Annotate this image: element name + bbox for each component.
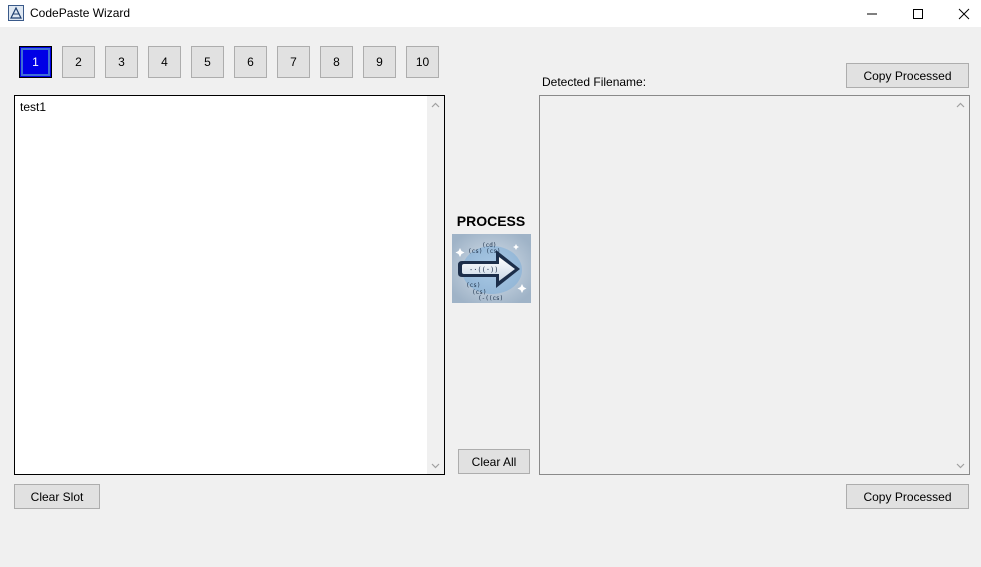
app-icon: [8, 5, 24, 21]
slot-button-4[interactable]: 4: [148, 46, 181, 78]
output-scrollbar[interactable]: [952, 96, 969, 474]
arrow-right-icon: -·((·)) (cd) (cs) (cs) (cs) (cs) (-((cs): [452, 234, 531, 303]
scroll-up-icon[interactable]: [427, 96, 444, 113]
slot-button-6[interactable]: 6: [234, 46, 267, 78]
input-scrollbar[interactable]: [427, 96, 444, 474]
copy-processed-bottom-button[interactable]: Copy Processed: [846, 484, 969, 509]
svg-text:(cs): (cs): [466, 282, 480, 289]
copy-processed-top-button[interactable]: Copy Processed: [846, 63, 969, 88]
window-title: CodePaste Wizard: [30, 6, 131, 20]
close-icon: [958, 8, 970, 19]
svg-text:(-((cs): (-((cs): [478, 295, 503, 302]
slot-button-1[interactable]: 1: [19, 46, 52, 78]
input-text: test1: [20, 100, 47, 114]
slot-button-3[interactable]: 3: [105, 46, 138, 78]
maximize-button[interactable]: [895, 0, 941, 27]
slot-button-10[interactable]: 10: [406, 46, 439, 78]
slot-button-2[interactable]: 2: [62, 46, 95, 78]
close-button[interactable]: [941, 0, 981, 27]
detected-filename-label: Detected Filename:: [542, 75, 647, 89]
svg-text:(cs) (cs): (cs) (cs): [468, 248, 501, 255]
slot-button-7[interactable]: 7: [277, 46, 310, 78]
maximize-icon: [913, 8, 923, 19]
input-textarea[interactable]: test1: [14, 95, 445, 475]
output-textarea[interactable]: [539, 95, 970, 475]
process-button[interactable]: -·((·)) (cd) (cs) (cs) (cs) (cs) (-((cs): [452, 234, 531, 303]
slot-button-8[interactable]: 8: [320, 46, 353, 78]
slot-button-5[interactable]: 5: [191, 46, 224, 78]
minimize-button[interactable]: [849, 0, 895, 27]
scroll-up-icon[interactable]: [952, 96, 969, 113]
process-label: PROCESS: [456, 213, 526, 229]
clear-all-button[interactable]: Clear All: [458, 449, 530, 474]
slot-button-9[interactable]: 9: [363, 46, 396, 78]
clear-slot-button[interactable]: Clear Slot: [14, 484, 100, 509]
scroll-down-icon[interactable]: [427, 457, 444, 474]
title-bar: CodePaste Wizard: [0, 0, 981, 27]
scroll-down-icon[interactable]: [952, 457, 969, 474]
minimize-icon: [867, 13, 877, 14]
svg-text:-·((·)): -·((·)): [469, 266, 499, 274]
